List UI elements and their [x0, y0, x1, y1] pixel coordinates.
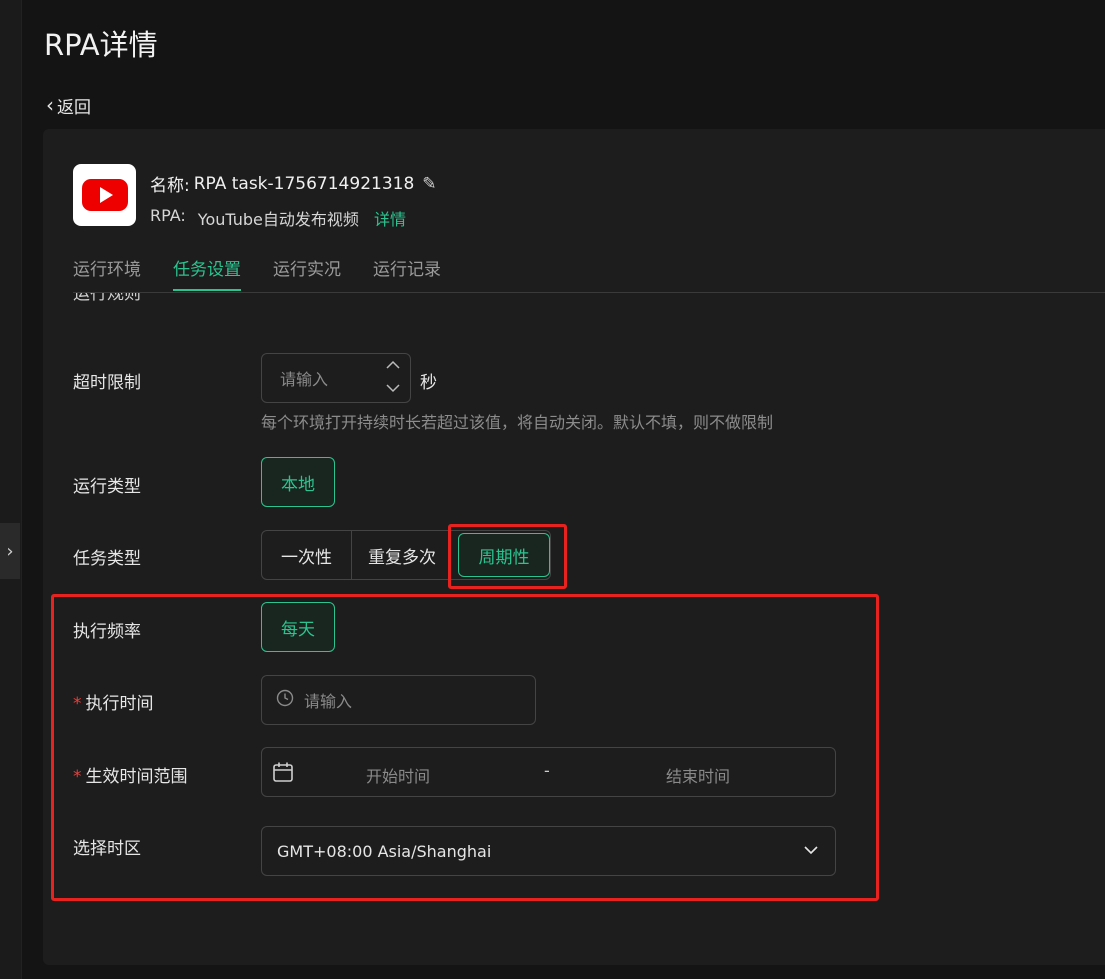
task-name-row: 名称: RPA task-1756714921318 ✎: [150, 171, 437, 197]
tab-bar: 运行环境 任务设置 运行实况 运行记录: [73, 251, 1105, 293]
rpa-detail-link[interactable]: 详情: [374, 210, 406, 229]
tab-run-environment[interactable]: 运行环境: [73, 255, 141, 280]
name-label: 名称:: [150, 176, 190, 196]
chevron-down-icon[interactable]: [386, 384, 400, 396]
run-type-label: 运行类型: [73, 477, 141, 497]
chevron-up-icon[interactable]: [386, 360, 400, 372]
highlight-box-task-type: [448, 524, 567, 589]
back-label: 返回: [57, 98, 91, 118]
pencil-icon[interactable]: ✎: [422, 174, 436, 194]
timeout-unit: 秒: [420, 373, 437, 393]
rpa-row: RPA: YouTube自动发布视频 详情: [150, 206, 406, 230]
youtube-icon: [73, 164, 136, 226]
back-link[interactable]: ‹ 返回: [46, 93, 91, 118]
highlight-box-schedule-settings: [51, 594, 879, 901]
task-type-label: 任务类型: [73, 549, 141, 569]
rpa-label: RPA:: [150, 206, 186, 225]
timeout-label: 超时限制: [73, 373, 141, 393]
rpa-name: YouTube自动发布视频: [197, 210, 359, 229]
task-type-repeat[interactable]: 重复多次: [352, 531, 452, 579]
page-title: RPA详情: [44, 28, 158, 62]
task-type-once[interactable]: 一次性: [262, 531, 352, 579]
sidebar-expand-button[interactable]: ›: [0, 523, 20, 579]
tab-run-live[interactable]: 运行实况: [273, 255, 341, 280]
timeout-placeholder: 请输入: [280, 370, 329, 389]
tab-task-settings[interactable]: 任务设置: [173, 255, 241, 291]
section-title-partial: 运行规则: [73, 293, 141, 304]
timeout-number-input[interactable]: 请输入: [261, 353, 411, 403]
chevron-right-icon: ›: [6, 540, 14, 562]
left-sidebar-strip: [0, 0, 22, 979]
task-detail-card: 名称: RPA task-1756714921318 ✎ RPA: YouTub…: [43, 129, 1105, 965]
tab-run-records[interactable]: 运行记录: [373, 255, 441, 280]
timeout-hint: 每个环境打开持续时长若超过该值，将自动关闭。默认不填，则不做限制: [261, 413, 774, 432]
run-type-local-button[interactable]: 本地: [261, 457, 335, 507]
chevron-left-icon: ‹: [46, 93, 54, 117]
task-name: RPA task-1756714921318: [193, 173, 415, 194]
